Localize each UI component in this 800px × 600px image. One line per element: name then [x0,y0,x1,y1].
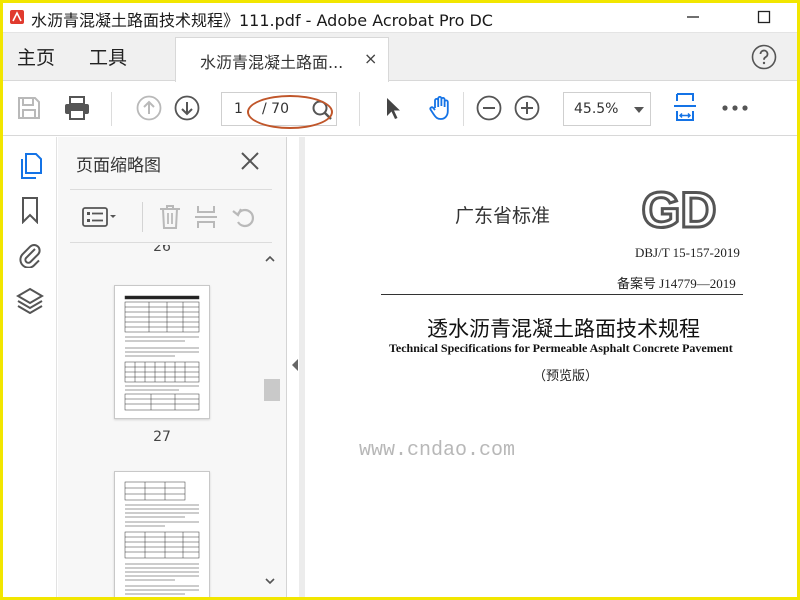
maximize-icon [757,10,771,24]
thumbnail-scrollbar[interactable] [261,245,280,597]
header-divider [381,294,743,295]
minimize-button[interactable] [673,3,713,31]
zoom-dropdown[interactable]: 45.5% [563,92,651,126]
home-tab[interactable]: 主页 [17,43,55,70]
document-title-cn: 透水沥青混凝土路面技术规程 [427,317,700,341]
title-bar: 水沥青混凝土路面技术规程》111.pdf - Adobe Acrobat Pro… [3,3,797,33]
print-button[interactable] [61,92,93,124]
navigation-rail [3,137,57,597]
hand-tool-button[interactable] [425,92,457,124]
tools-tab[interactable]: 工具 [89,43,127,70]
page-thumbnails-icon [21,153,42,179]
chevron-down-icon [634,107,644,113]
edition-label: （预览版） [533,369,599,384]
select-tool-button[interactable] [377,92,409,124]
layers-button[interactable] [15,285,45,315]
toolbar-divider [111,92,112,126]
options-menu-icon [82,207,116,227]
bookmarks-button[interactable] [15,195,45,225]
scroll-up-icon[interactable] [264,253,276,265]
toolbar-divider [142,202,143,232]
document-tab[interactable]: 水沥青混凝土路面... × [175,37,389,82]
close-tab-icon[interactable]: × [364,49,377,68]
more-tools-button[interactable] [719,92,751,124]
acrobat-app-icon [10,10,24,24]
zoom-out-icon [476,95,502,121]
record-number: 备案号 J14779—2019 [617,276,736,291]
document-title-en: Technical Specifications for Permeable A… [389,341,733,355]
attachments-button[interactable] [15,239,45,269]
toolbar-divider [359,92,360,126]
previous-page-icon [136,95,162,121]
save-icon [18,97,40,119]
thumbnail-panel: 页面缩略图 26 27 [58,137,287,597]
more-icon [722,105,748,111]
previous-page-button[interactable] [133,92,165,124]
rotate-icon [232,208,255,228]
logo-text: GD [642,183,717,235]
page-thumbnail[interactable] [114,471,210,597]
fit-page-button[interactable] [669,92,701,124]
thumbnail-toolbar [70,189,272,243]
hand-tool-icon [429,96,449,120]
close-icon[interactable] [238,149,262,173]
next-page-button[interactable] [171,92,203,124]
select-cursor-icon [387,98,400,119]
collapse-panel-icon[interactable] [291,358,299,372]
attachments-icon [19,244,41,268]
app-window: 水沥青混凝土路面技术规程》111.pdf - Adobe Acrobat Pro… [0,0,800,600]
fit-page-icon [674,93,696,121]
scrollbar-thumb[interactable] [264,379,280,401]
thumbnail-preview [124,481,200,595]
document-view[interactable]: 广东省标准 GD DBJ/T 15-157-2019 备案号 J14779—20… [299,137,797,597]
annotation-ellipse [247,95,333,129]
document-tab-label: 水沥青混凝土路面... [200,53,344,72]
page-thumbnails-button[interactable] [15,151,45,181]
trash-icon [160,205,180,229]
thumbnail-page-label: 27 [153,429,171,445]
zoom-in-button[interactable] [511,92,543,124]
thumbnail-page-label: 26 [153,245,171,255]
print-icon [65,96,89,120]
page-current-input[interactable]: 1 [234,101,243,117]
standard-code: DBJ/T 15-157-2019 [635,245,740,260]
site-watermark: www.cndao.com [359,439,516,462]
delete-page-button[interactable] [154,202,186,232]
bookmarks-icon [22,197,38,224]
zoom-in-icon [514,95,540,121]
extract-pages-icon [195,206,217,228]
toolbar-divider [463,92,464,126]
rotate-page-button[interactable] [228,202,260,232]
extract-page-button[interactable] [190,202,222,232]
zoom-out-button[interactable] [473,92,505,124]
standard-label: 广东省标准 [455,205,551,227]
layers-icon [16,287,44,314]
save-button[interactable] [13,92,45,124]
window-title: 水沥青混凝土路面技术规程》111.pdf - Adobe Acrobat Pro… [31,11,493,30]
pdf-page: 广东省标准 GD DBJ/T 15-157-2019 备案号 J14779—20… [305,137,797,597]
panel-title: 页面缩略图 [76,156,161,176]
help-icon[interactable] [751,44,777,70]
tab-bar: 主页 工具 水沥青混凝土路面... × [3,33,797,82]
next-page-icon [174,95,200,121]
thumbnail-options-button[interactable] [80,202,120,232]
page-thumbnail[interactable] [114,285,210,419]
scroll-down-icon[interactable] [264,575,276,587]
thumbnail-list[interactable]: 26 27 [58,245,287,597]
minimize-icon [687,16,699,18]
maximize-button[interactable] [744,3,784,31]
zoom-value: 45.5% [574,101,619,117]
gd-logo: GD [640,183,718,235]
main-toolbar: 1 / 70 45.5% [3,82,797,136]
thumbnail-preview [124,295,200,411]
